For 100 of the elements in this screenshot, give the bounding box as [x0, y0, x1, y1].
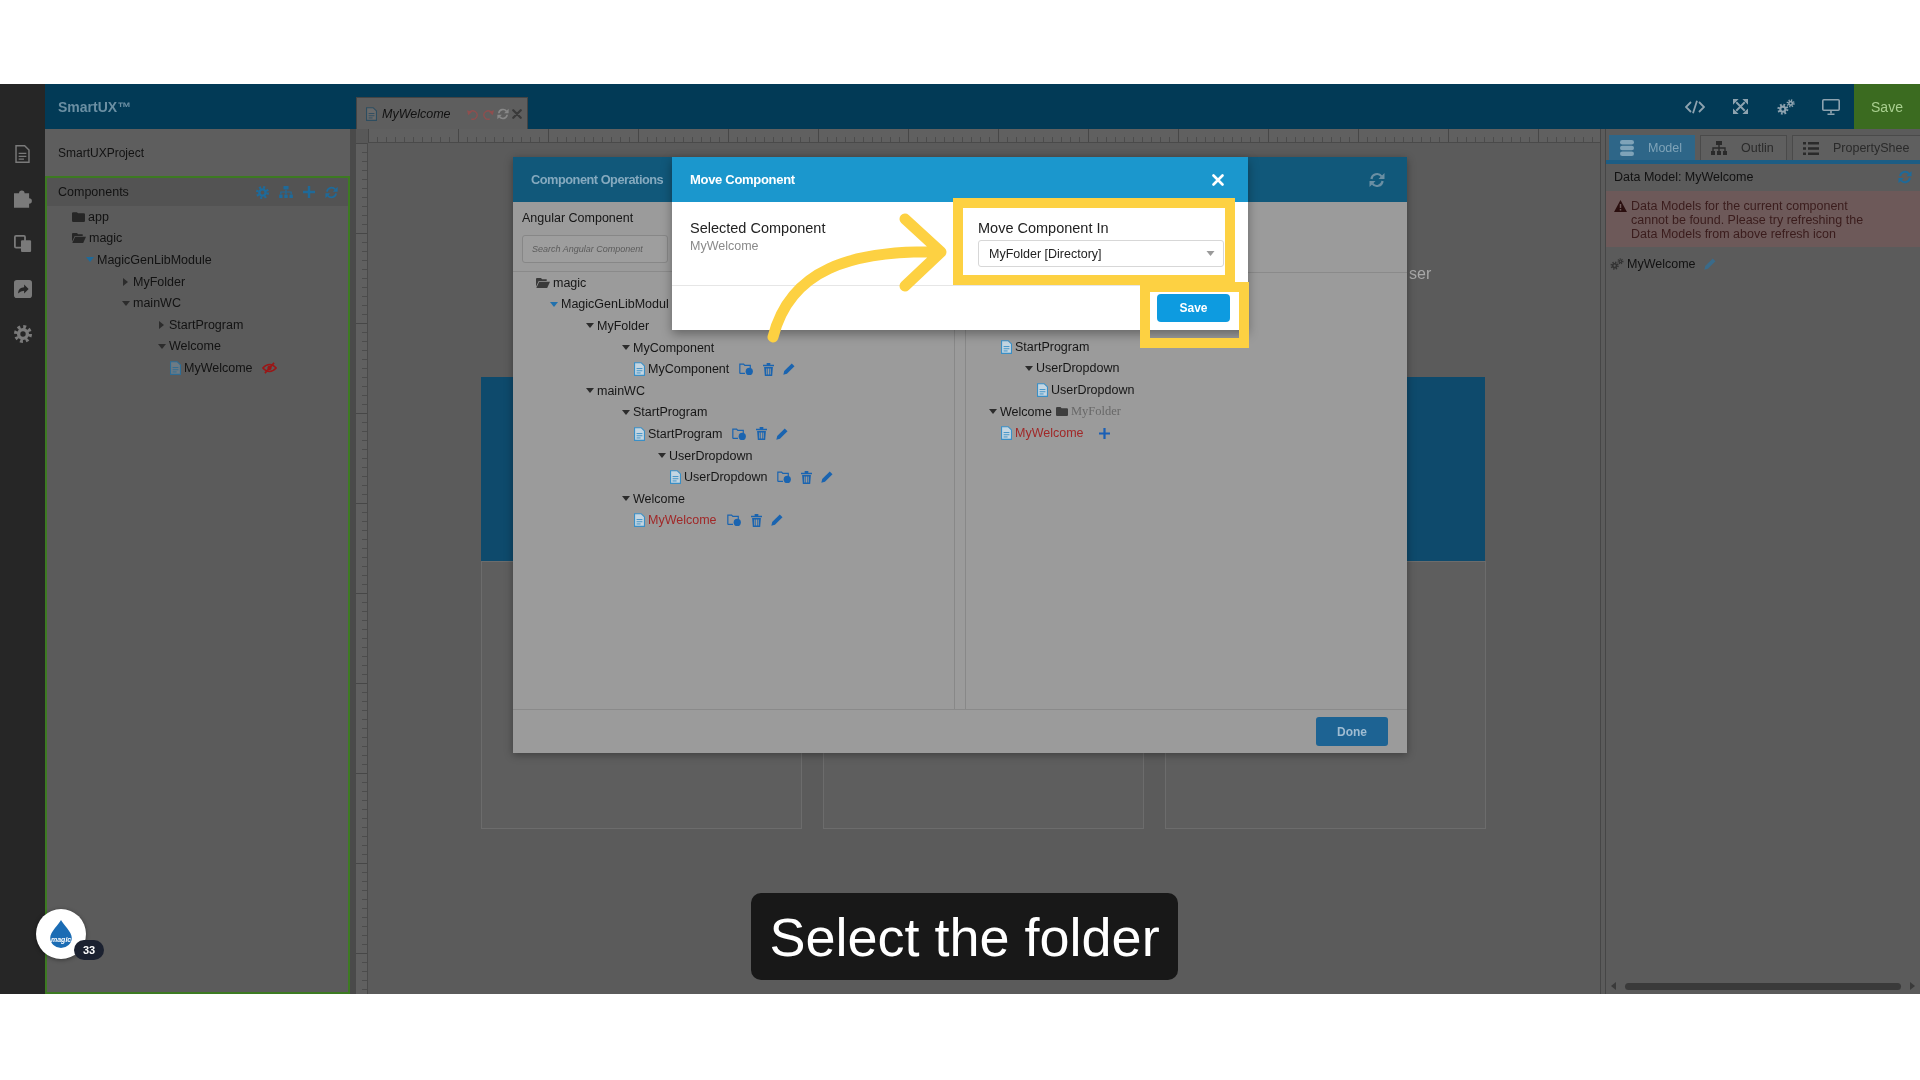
refresh-icon[interactable]: [1898, 170, 1912, 184]
step-badge: 33: [74, 940, 104, 960]
tree-item[interactable]: magic: [553, 274, 587, 291]
folder-move-icon[interactable]: [777, 471, 792, 484]
caption: Select the folder: [751, 893, 1178, 980]
expand-icon[interactable]: [1732, 99, 1748, 114]
panel-title: Data Model: MyWelcome: [1614, 170, 1754, 184]
tree-item[interactable]: Welcome: [633, 490, 685, 507]
model-name[interactable]: MyWelcome: [1627, 257, 1696, 271]
selected-component-value: MyWelcome: [690, 238, 760, 254]
tree-item[interactable]: Welcome: [1000, 403, 1052, 420]
scrollbar-thumb[interactable]: [1625, 982, 1901, 990]
refresh-icon[interactable]: [496, 107, 509, 120]
tree-item[interactable]: StartProgram: [1015, 338, 1090, 355]
list-icon: [1803, 141, 1819, 155]
delete-icon[interactable]: [801, 470, 813, 484]
copy-icon[interactable]: [13, 235, 32, 253]
tree-item[interactable]: UserDropdown: [669, 447, 753, 464]
done-button[interactable]: Done: [1316, 717, 1388, 746]
refresh-icon[interactable]: [325, 185, 338, 199]
tree-item[interactable]: MyComponent: [633, 339, 715, 356]
tree-item[interactable]: magic: [89, 230, 123, 247]
field-label: Selected Component: [690, 219, 827, 237]
file-icon[interactable]: [15, 145, 30, 163]
save-button[interactable]: Save: [1854, 84, 1920, 129]
add-icon[interactable]: [1098, 427, 1110, 439]
folder-move-icon[interactable]: [739, 363, 754, 376]
monitor-icon[interactable]: [1822, 98, 1841, 115]
folder-move-icon[interactable]: [726, 514, 741, 527]
tree-item[interactable]: MyWelcome: [184, 359, 253, 376]
folder-icon: [1055, 407, 1068, 417]
caret-down-icon[interactable]: [658, 453, 666, 459]
dialog-title: Component Operations: [531, 172, 664, 187]
tree-item[interactable]: Welcome: [169, 338, 221, 355]
tree-item[interactable]: StartProgram: [169, 316, 244, 333]
field-label: Move Component In: [978, 219, 1110, 237]
caret-down-icon[interactable]: [1025, 365, 1033, 371]
caret-down-icon[interactable]: [622, 345, 630, 351]
tree-item[interactable]: mainWC: [133, 295, 181, 312]
folder-move-icon[interactable]: [732, 427, 747, 440]
file-icon: [1001, 339, 1012, 354]
tree-item[interactable]: StartProgram: [648, 425, 723, 442]
edit-icon[interactable]: [776, 427, 789, 440]
section-title: Components: [58, 185, 129, 199]
tree-item[interactable]: MyFolder: [133, 273, 186, 290]
tree-item[interactable]: MyWelcome: [1015, 425, 1084, 442]
caret-down-icon[interactable]: [622, 496, 630, 502]
folder-select[interactable]: MyFolder [Directory]: [978, 240, 1224, 267]
tree-item[interactable]: MyComponent: [648, 361, 730, 378]
caret-right-icon[interactable]: [123, 277, 128, 286]
caret-right-icon[interactable]: [159, 320, 164, 329]
settings-icon[interactable]: [13, 325, 32, 343]
canvas-text: ser: [1409, 265, 1432, 283]
gears-icon: [1610, 258, 1624, 270]
gears-icon[interactable]: [1776, 98, 1795, 115]
puzzle-icon[interactable]: [13, 190, 32, 208]
scroll-left-icon[interactable]: [1611, 982, 1616, 990]
search-field[interactable]: Search Angular Component: [522, 235, 668, 263]
file-icon: [1001, 426, 1012, 441]
file-icon: [366, 106, 377, 121]
caret-down-icon[interactable]: [622, 409, 630, 415]
delete-icon[interactable]: [763, 362, 775, 376]
caret-down-icon[interactable]: [586, 323, 594, 329]
caret-down-icon: [1206, 251, 1215, 256]
file-icon: [1037, 383, 1048, 397]
tree-item[interactable]: StartProgram: [633, 404, 708, 421]
sitemap-icon[interactable]: [279, 186, 293, 198]
edit-icon[interactable]: [770, 514, 783, 527]
tree-item[interactable]: UserDropdown: [1036, 360, 1120, 377]
delete-icon[interactable]: [756, 427, 768, 441]
tree-item[interactable]: MagicGenLibModule: [97, 252, 212, 268]
save-button[interactable]: Save: [1157, 294, 1230, 322]
tree-item[interactable]: MagicGenLibModul: [561, 296, 669, 313]
caret-down-icon[interactable]: [586, 388, 594, 394]
caret-down-icon[interactable]: [989, 409, 997, 415]
file-tab[interactable]: MyWelcome: [356, 97, 528, 129]
tree-item[interactable]: app: [88, 208, 109, 225]
file-icon: [634, 362, 645, 377]
tree-item[interactable]: MyWelcome: [648, 512, 717, 529]
tree-item[interactable]: UserDropdown: [684, 469, 768, 486]
panel-tab[interactable]: Model: [1609, 135, 1695, 160]
file-icon: [634, 426, 645, 441]
share-icon[interactable]: [13, 280, 32, 298]
project-name: SmartUXProject: [58, 145, 145, 160]
tree-item[interactable]: MyFolder: [597, 318, 650, 334]
warning-icon: [1614, 200, 1627, 212]
tree-item[interactable]: UserDropdown: [1051, 382, 1135, 398]
file-icon: [670, 470, 681, 485]
delete-icon[interactable]: [750, 513, 762, 527]
close-icon[interactable]: [511, 108, 522, 119]
scroll-right-icon[interactable]: [1910, 982, 1915, 990]
warning-text: Data Models for the current component cannot be found. Please try refreshing the Data Models from above refresh icon: [1631, 199, 1865, 241]
add-icon[interactable]: [303, 186, 315, 198]
code-icon[interactable]: [1684, 99, 1705, 114]
dialog-title: Move Component: [690, 172, 795, 187]
tree-item[interactable]: mainWC: [597, 382, 645, 399]
file-icon: [170, 360, 181, 375]
refresh-icon[interactable]: [1369, 171, 1385, 188]
edit-icon[interactable]: [821, 471, 834, 484]
edit-icon[interactable]: [1703, 258, 1716, 270]
